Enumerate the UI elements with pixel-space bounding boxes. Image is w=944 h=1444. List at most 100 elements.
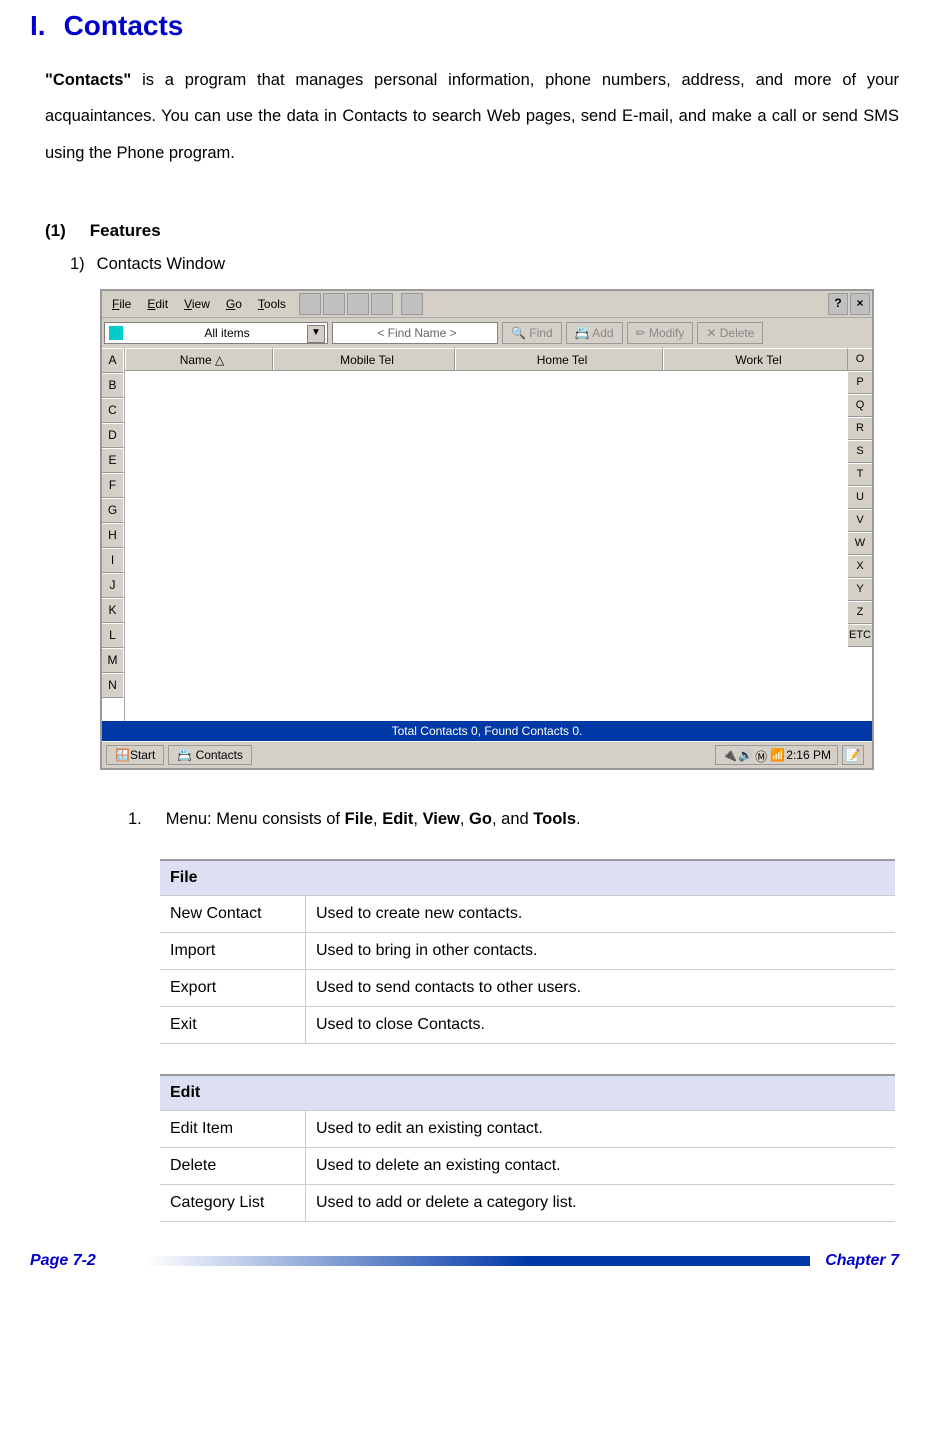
letter-button[interactable]: Z — [848, 601, 872, 624]
item-text: Contacts Window — [97, 255, 225, 273]
menubar: File Edit View Go Tools ? × — [102, 291, 872, 317]
toolbar: All items ▼ < Find Name > 🔍 Find 📇 Add ✏… — [102, 317, 872, 348]
letter-index-right: O P Q R S T U V W X Y Z ETC — [848, 348, 872, 721]
delete-button[interactable]: ✕ Delete — [697, 322, 763, 344]
tray-icon[interactable]: Ⓜ — [754, 748, 768, 762]
modify-button[interactable]: ✏ Modify — [627, 322, 694, 344]
tray-icon[interactable]: 🔊 — [738, 748, 752, 762]
table-header-edit: Edit — [160, 1075, 895, 1111]
desc-text: is a program that manages personal infor… — [45, 71, 899, 162]
subsection-num: (1) — [45, 221, 66, 240]
letter-button[interactable]: J — [102, 573, 124, 598]
toolbar-icon[interactable] — [371, 293, 393, 315]
letter-button[interactable]: F — [102, 473, 124, 498]
menu-edit[interactable]: Edit — [139, 293, 176, 315]
letter-button[interactable]: B — [102, 373, 124, 398]
add-button[interactable]: 📇 Add — [566, 322, 623, 344]
letter-button[interactable]: H — [102, 523, 124, 548]
chapter-number: Chapter 7 — [825, 1252, 899, 1270]
letter-button[interactable]: R — [848, 417, 872, 440]
system-tray[interactable]: 🔌 🔊 Ⓜ 📶 2:16 PM — [715, 745, 838, 765]
subsection-title: (1) Features — [45, 221, 899, 241]
start-button[interactable]: 🪟Start — [106, 745, 164, 765]
column-mobile[interactable]: Mobile Tel — [273, 348, 455, 370]
letter-button[interactable]: A — [102, 348, 124, 373]
letter-index-left: A B C D E F G H I J K L M N — [102, 348, 125, 721]
letter-button[interactable]: V — [848, 509, 872, 532]
table-row: ExportUsed to send contacts to other use… — [160, 969, 895, 1006]
table-header: Name △ Mobile Tel Home Tel Work Tel — [125, 348, 848, 371]
statusbar: Total Contacts 0, Found Contacts 0. — [102, 721, 872, 741]
main-title: I. Contacts — [30, 10, 899, 42]
item-num: 1) — [70, 255, 85, 273]
table-row: Category ListUsed to add or delete a cat… — [160, 1184, 895, 1221]
letter-button[interactable]: N — [102, 673, 124, 698]
toolbar-icon[interactable] — [401, 293, 423, 315]
letter-button[interactable]: ETC — [848, 624, 872, 647]
numbered-num: 1. — [128, 810, 142, 828]
tray-icon[interactable]: 📶 — [770, 748, 784, 762]
column-name[interactable]: Name △ — [125, 348, 273, 370]
letter-button[interactable]: W — [848, 532, 872, 555]
table-row: ExitUsed to close Contacts. — [160, 1006, 895, 1043]
table-body — [125, 371, 848, 721]
letter-button[interactable]: T — [848, 463, 872, 486]
menu-view[interactable]: View — [176, 293, 218, 315]
letter-button[interactable]: K — [102, 598, 124, 623]
table-row: ImportUsed to bring in other contacts. — [160, 932, 895, 969]
help-button[interactable]: ? — [828, 293, 848, 315]
contacts-table: Name △ Mobile Tel Home Tel Work Tel — [125, 348, 848, 721]
taskbar-app[interactable]: 📇 Contacts — [168, 745, 252, 765]
section-number: I. — [30, 10, 46, 41]
file-menu-table: File New ContactUsed to create new conta… — [160, 859, 895, 1044]
letter-button[interactable]: U — [848, 486, 872, 509]
letter-button[interactable]: L — [102, 623, 124, 648]
toolbar-icon[interactable] — [299, 293, 321, 315]
search-input[interactable]: < Find Name > — [332, 322, 498, 344]
numbered-item: 1.Menu: Menu consists of File, Edit, Vie… — [160, 810, 899, 829]
letter-button[interactable]: I — [102, 548, 124, 573]
list-item: 1) Contacts Window — [70, 255, 899, 274]
tray-icon[interactable]: 🔌 — [722, 748, 736, 762]
table-row: Edit ItemUsed to edit an existing contac… — [160, 1110, 895, 1147]
letter-button[interactable]: M — [102, 648, 124, 673]
letter-button[interactable]: D — [102, 423, 124, 448]
description: "Contacts" is a program that manages per… — [45, 62, 899, 171]
column-work[interactable]: Work Tel — [663, 348, 848, 370]
menubar-icons — [299, 293, 423, 315]
screenshot-container: File Edit View Go Tools ? × — [30, 289, 899, 770]
table-area: A B C D E F G H I J K L M N N — [102, 348, 872, 721]
letter-button[interactable]: X — [848, 555, 872, 578]
menu-file[interactable]: File — [104, 293, 139, 315]
taskbar: 🪟Start 📇 Contacts 🔌 🔊 Ⓜ 📶 2:16 PM 📝 — [102, 741, 872, 768]
menu-tools[interactable]: Tools — [250, 293, 294, 315]
chevron-down-icon[interactable]: ▼ — [307, 325, 325, 343]
find-button[interactable]: 🔍 Find — [502, 322, 562, 344]
toolbar-icon[interactable] — [323, 293, 345, 315]
letter-button[interactable]: E — [102, 448, 124, 473]
clock: 2:16 PM — [786, 748, 831, 762]
column-home[interactable]: Home Tel — [455, 348, 663, 370]
table-row: New ContactUsed to create new contacts. — [160, 895, 895, 932]
footer-bar — [111, 1256, 810, 1266]
filter-text: All items — [204, 326, 249, 340]
letter-button[interactable]: Q — [848, 394, 872, 417]
letter-button[interactable]: C — [102, 398, 124, 423]
letter-button[interactable]: G — [102, 498, 124, 523]
letter-button[interactable]: O — [848, 348, 872, 371]
show-desktop-button[interactable]: 📝 — [842, 745, 864, 765]
toolbar-icon[interactable] — [347, 293, 369, 315]
close-button[interactable]: × — [850, 293, 870, 315]
letter-button[interactable]: S — [848, 440, 872, 463]
filter-dropdown[interactable]: All items ▼ — [104, 322, 328, 344]
letter-button[interactable]: Y — [848, 578, 872, 601]
page-footer: Page 7-2 Chapter 7 — [0, 1252, 944, 1285]
menu-go[interactable]: Go — [218, 293, 250, 315]
subsection-text: Features — [90, 221, 161, 240]
table-header-file: File — [160, 860, 895, 896]
page-number: Page 7-2 — [30, 1252, 96, 1270]
section-title: Contacts — [64, 10, 184, 41]
table-row: DeleteUsed to delete an existing contact… — [160, 1147, 895, 1184]
letter-button[interactable]: P — [848, 371, 872, 394]
contacts-window: File Edit View Go Tools ? × — [100, 289, 874, 770]
